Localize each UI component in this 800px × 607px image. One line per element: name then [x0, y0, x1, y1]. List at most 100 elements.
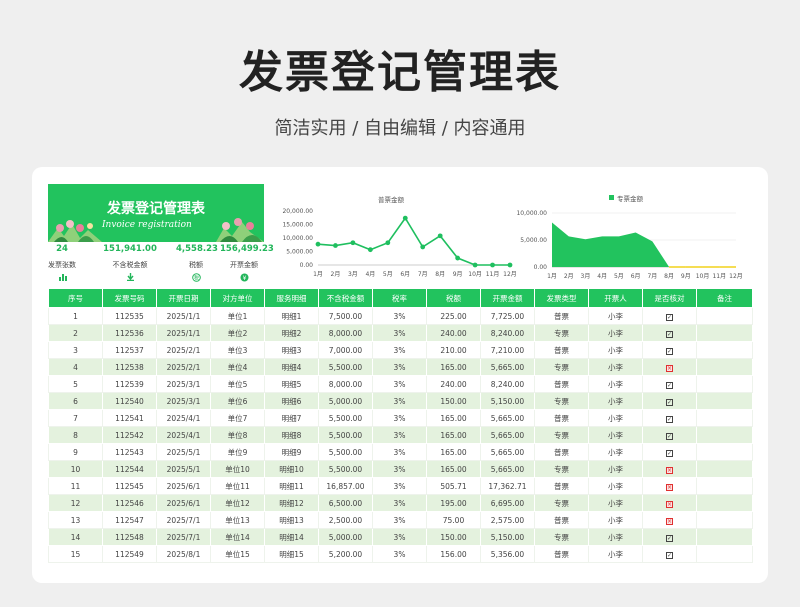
- table-cell: 4: [48, 358, 103, 376]
- data-point: [402, 215, 408, 221]
- table-cell: 112547: [102, 511, 157, 529]
- table-cell: 3%: [372, 341, 427, 359]
- table-cell: [696, 443, 753, 461]
- table-cell: 明细11: [264, 477, 319, 495]
- table-cell: 3%: [372, 307, 427, 325]
- table-row[interactable]: 12 112546 2025/6/1 单位12 明细12 6,500.00 3% 195.00…: [48, 494, 753, 512]
- table-row[interactable]: 6 112540 2025/3/1 单位6 明细6 5,000.00 3% 150.00 5,1…: [48, 392, 753, 410]
- table-cell: 普票: [534, 341, 589, 359]
- column-header[interactable]: 开票金额: [480, 288, 535, 308]
- checked-box-icon[interactable]: ✓: [666, 347, 673, 355]
- table-cell: 3%: [372, 511, 427, 529]
- checked-box-icon[interactable]: ✓: [666, 551, 673, 559]
- table-cell: 165.00: [426, 443, 481, 461]
- table-cell: 2025/1/1: [156, 307, 211, 325]
- table-cell: 明细9: [264, 443, 319, 461]
- table-cell: 112535: [102, 307, 157, 325]
- table-cell: 3%: [372, 358, 427, 376]
- table-cell: 5,665.00: [480, 443, 535, 461]
- unchecked-box-icon[interactable]: ×: [666, 517, 673, 525]
- table-cell: 单位6: [210, 392, 265, 410]
- table-row[interactable]: 15 112549 2025/8/1 单位15 明细15 5,200.00 3% 156.00…: [48, 545, 753, 563]
- table-row[interactable]: 4 112538 2025/2/1 单位4 明细4 5,500.00 3% 165.00 5,6…: [48, 358, 753, 376]
- x-tick-label: 3月: [581, 273, 591, 280]
- svg-text:¥: ¥: [242, 275, 246, 282]
- table-cell: 普票: [534, 511, 589, 529]
- table-cell: 156.00: [426, 545, 481, 563]
- column-header[interactable]: 备注: [696, 288, 753, 308]
- table-row[interactable]: 14 112548 2025/7/1 单位14 明细14 5,000.00 3% 150.00…: [48, 528, 753, 546]
- svg-text:税: 税: [193, 275, 198, 282]
- table-cell: 明细10: [264, 460, 319, 478]
- table-cell: 3%: [372, 375, 427, 393]
- column-header[interactable]: 对方单位: [210, 288, 265, 308]
- table-row[interactable]: 9 112543 2025/5/1 单位9 明细9 5,500.00 3% 165.00 5,6…: [48, 443, 753, 461]
- table-cell: 普票: [534, 545, 589, 563]
- table-row[interactable]: 7 112541 2025/4/1 单位7 明细7 5,500.00 3% 165.00 5,6…: [48, 409, 753, 427]
- column-header[interactable]: 税率: [372, 288, 427, 308]
- table-row[interactable]: 1 112535 2025/1/1 单位1 明细1 7,500.00 3% 225.00 7,7…: [48, 307, 753, 325]
- checked-box-icon[interactable]: ✓: [666, 432, 673, 440]
- x-tick-label: 7月: [418, 271, 428, 278]
- table-cell: 明细2: [264, 324, 319, 342]
- verified-cell: ✓: [642, 392, 697, 410]
- unchecked-box-icon[interactable]: ×: [666, 364, 673, 372]
- table-cell: 112542: [102, 426, 157, 444]
- table-row[interactable]: 11 112545 2025/6/1 单位11 明细11 16,857.00 3% 505.7…: [48, 477, 753, 495]
- column-header[interactable]: 开票人: [588, 288, 643, 308]
- unchecked-box-icon[interactable]: ×: [666, 483, 673, 491]
- table-cell: 专票: [534, 324, 589, 342]
- verified-cell: ✓: [642, 375, 697, 393]
- table-cell: 112543: [102, 443, 157, 461]
- column-header[interactable]: 发票类型: [534, 288, 589, 308]
- table-cell: 小李: [588, 426, 643, 444]
- table-cell: 7,500.00: [318, 307, 373, 325]
- table-cell: 小李: [588, 460, 643, 478]
- table-row[interactable]: 13 112547 2025/7/1 单位13 明细13 2,500.00 3% 75.00 2…: [48, 511, 753, 529]
- table-row[interactable]: 5 112539 2025/3/1 单位5 明细5 8,000.00 3% 240.00 8,2…: [48, 375, 753, 393]
- x-tick-label: 5月: [614, 273, 624, 280]
- table-cell: [696, 511, 753, 529]
- x-tick-label: 4月: [597, 273, 607, 280]
- table-cell: 专票: [534, 392, 589, 410]
- y-tick-label: 20,000.00: [282, 208, 313, 215]
- table-row[interactable]: 10 112544 2025/5/1 单位10 明细10 5,500.00 3% 165.00…: [48, 460, 753, 478]
- x-tick-label: 2月: [564, 273, 574, 280]
- table-row[interactable]: 2 112536 2025/1/1 单位2 明细2 8,000.00 3% 240.00 8,2…: [48, 324, 753, 342]
- column-header[interactable]: 不含税金额: [318, 288, 373, 308]
- data-point: [455, 255, 461, 261]
- table-cell: 6: [48, 392, 103, 410]
- column-header[interactable]: 服务明细: [264, 288, 319, 308]
- special-invoice-area-chart: 10,000.00 5,000.00 0.00 1月 2月 3月 4月 5月 6月 7月 8月 9月 1…: [516, 210, 742, 280]
- checked-box-icon[interactable]: ✓: [666, 534, 673, 542]
- unchecked-box-icon[interactable]: ×: [666, 466, 673, 474]
- checked-box-icon[interactable]: ✓: [666, 313, 673, 321]
- column-header[interactable]: 是否核对: [642, 288, 697, 308]
- table-cell: 7,000.00: [318, 341, 373, 359]
- column-header[interactable]: 税额: [426, 288, 481, 308]
- table-cell: 3%: [372, 392, 427, 410]
- unchecked-box-icon[interactable]: ×: [666, 500, 673, 508]
- stat-invoice-amount: 156,499.23 开票金额 ¥: [220, 244, 274, 282]
- checked-box-icon[interactable]: ✓: [666, 330, 673, 338]
- column-header[interactable]: 序号: [48, 288, 103, 308]
- bar-chart-icon: [58, 274, 67, 281]
- y-tick-label: 10,000.00: [516, 210, 547, 217]
- table-cell: 明细3: [264, 341, 319, 359]
- checked-box-icon[interactable]: ✓: [666, 449, 673, 457]
- table-cell: 112541: [102, 409, 157, 427]
- table-cell: 2: [48, 324, 103, 342]
- verified-cell: ×: [642, 358, 697, 376]
- column-header[interactable]: 开票日期: [156, 288, 211, 308]
- checked-box-icon[interactable]: ✓: [666, 381, 673, 389]
- table-cell: 5,500.00: [318, 460, 373, 478]
- table-row[interactable]: 3 112537 2025/2/1 单位3 明细3 7,000.00 3% 210.00 7,2…: [48, 341, 753, 359]
- table-cell: 10: [48, 460, 103, 478]
- table-row[interactable]: 8 112542 2025/4/1 单位8 明细8 5,500.00 3% 165.00 5,6…: [48, 426, 753, 444]
- table-cell: [696, 494, 753, 512]
- column-header[interactable]: 发票号码: [102, 288, 157, 308]
- x-tick-label: 7月: [647, 273, 657, 280]
- checked-box-icon[interactable]: ✓: [666, 398, 673, 406]
- checked-box-icon[interactable]: ✓: [666, 415, 673, 423]
- data-point: [315, 241, 321, 247]
